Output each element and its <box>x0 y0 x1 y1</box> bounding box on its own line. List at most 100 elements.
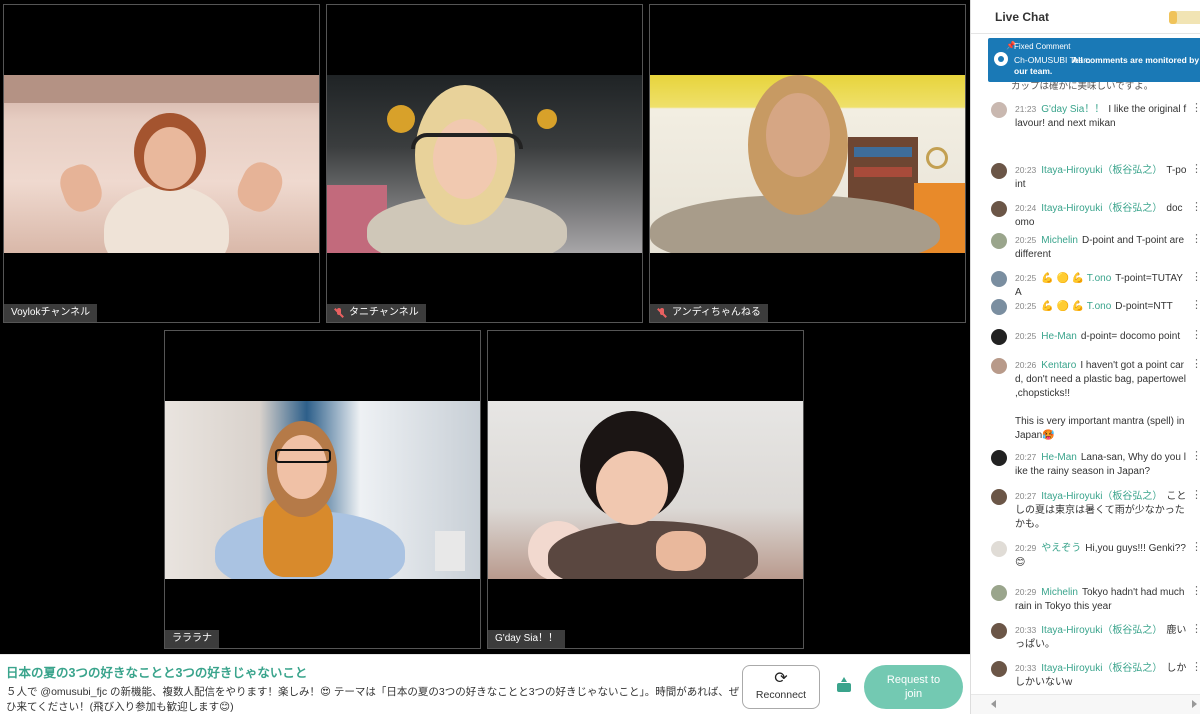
more-options-icon[interactable]: ⋮ <box>1191 102 1200 116</box>
chat-toggle[interactable] <box>1169 11 1200 24</box>
chat-message-list[interactable]: カップは確かに美味しいですよ。 21:23 G'day Sia！！ I like t… <box>971 34 1200 694</box>
pinned-comment: 📌 Fixed Comment Ch-OMUSUBI Team All comm… <box>988 38 1200 82</box>
message-time: 20:29 <box>1015 543 1037 553</box>
more-options-icon[interactable]: ⋮ <box>1191 358 1200 372</box>
reconnect-button[interactable]: ⟳ Reconnect <box>742 665 820 709</box>
stream-title: 日本の夏の3つの好きなことと3つの好きじゃないこと <box>6 666 308 680</box>
participant-video <box>4 75 319 253</box>
participant-name-tag: Voylokチャンネル <box>4 304 98 322</box>
video-tile[interactable]: Voylokチャンネル <box>3 4 320 323</box>
more-options-icon[interactable]: ⋮ <box>1191 163 1200 177</box>
more-options-icon[interactable]: ⋮ <box>1191 299 1200 313</box>
message-time: 20:25 <box>1015 273 1037 283</box>
message-author[interactable]: Itaya-Hiroyuki（板谷弘之） <box>1041 203 1162 214</box>
video-tile[interactable]: G'day Sia！！ <box>487 330 804 649</box>
chat-message: 20:33Itaya-Hiroyuki（板谷弘之）しかしかいないw⋮ <box>991 661 1200 690</box>
live-chat-panel: Live Chat 📌 Fixed Comment Ch-OMUSUBI Tea… <box>970 0 1200 714</box>
more-options-icon[interactable]: ⋮ <box>1191 201 1200 215</box>
message-author[interactable]: Itaya-Hiroyuki（板谷弘之） <box>1041 165 1162 176</box>
more-options-icon[interactable]: ⋮ <box>1191 541 1200 555</box>
user-avatar[interactable] <box>991 661 1007 677</box>
user-avatar[interactable] <box>991 102 1007 118</box>
message-time: 20:27 <box>1015 491 1037 501</box>
stream-description: ５人で @omusubi_fjc の新機能、複数人配信をやります！楽しみ！😍 テ… <box>6 686 740 713</box>
more-options-icon[interactable]: ⋮ <box>1191 329 1200 343</box>
mic-muted-icon <box>657 308 667 318</box>
chat-message: 20:33Itaya-Hiroyuki（板谷弘之）鹿いっぱい。⋮ <box>991 623 1200 652</box>
pinned-label: Fixed Comment <box>1014 42 1071 51</box>
message-author[interactable]: G'day Sia！！ <box>1041 104 1104 115</box>
message-author[interactable]: Michelin <box>1041 235 1078 246</box>
mic-muted-icon <box>334 308 344 318</box>
chat-message: 20:26 Kentaro I haven't got a point card, … <box>991 358 1200 443</box>
message-text: d-point= docomo point <box>1080 331 1181 342</box>
message-author[interactable]: Itaya-Hiroyuki（板谷弘之） <box>1041 625 1162 636</box>
video-tile[interactable]: タニチャンネル <box>326 4 643 323</box>
more-options-icon[interactable]: ⋮ <box>1191 661 1200 675</box>
message-author[interactable]: Itaya-Hiroyuki（板谷弘之） <box>1041 663 1162 674</box>
reconnect-label: Reconnect <box>755 689 807 701</box>
user-avatar[interactable] <box>991 450 1007 466</box>
chat-message: 20:27 He-Man Lana-san, Why do you like the… <box>991 450 1200 479</box>
chat-message: 20:29やえぞうHi,you guys!!! Genki??😊⋮ <box>991 541 1200 570</box>
user-avatar[interactable] <box>991 329 1007 345</box>
message-author[interactable]: Kentaro <box>1041 360 1076 371</box>
participant-name: Voylokチャンネル <box>11 307 91 318</box>
user-avatar[interactable] <box>991 163 1007 179</box>
message-time: 20:26 <box>1015 360 1037 370</box>
participant-name: アンディちゃんねる <box>672 307 761 318</box>
participant-name: G'day Sia！！ <box>495 633 559 644</box>
message-author[interactable]: He-Man <box>1041 331 1077 342</box>
user-avatar[interactable] <box>991 489 1007 505</box>
more-options-icon[interactable]: ⋮ <box>1191 489 1200 503</box>
message-author[interactable]: Michelin <box>1041 587 1078 598</box>
chat-message: 20:25 💪 🟡 💪 T.ono D-point=NTT ⋮ <box>991 299 1200 315</box>
more-options-icon[interactable]: ⋮ <box>1191 233 1200 247</box>
user-avatar[interactable] <box>991 271 1007 287</box>
message-author[interactable]: やえぞう <box>1041 543 1081 554</box>
more-options-icon[interactable]: ⋮ <box>1191 450 1200 464</box>
message-author[interactable]: 💪 🟡 💪 T.ono <box>1041 301 1111 312</box>
message-author[interactable]: He-Man <box>1041 452 1077 463</box>
message-text: D-point=NTT <box>1115 301 1173 312</box>
message-time: 20:23 <box>1015 165 1037 175</box>
user-avatar[interactable] <box>991 233 1007 249</box>
pinned-text: All comments are monitored by our team. <box>1014 55 1200 76</box>
participant-name-tag: タニチャンネル <box>327 304 426 322</box>
more-options-icon[interactable]: ⋮ <box>1191 271 1200 285</box>
participant-video <box>165 401 480 579</box>
message-time: 20:25 <box>1015 235 1037 245</box>
participant-name: タニチャンネル <box>349 307 419 318</box>
participant-name: ラララナ <box>172 633 212 644</box>
message-time: 20:24 <box>1015 203 1037 213</box>
participant-video <box>488 401 803 579</box>
user-avatar[interactable] <box>991 358 1007 374</box>
more-options-icon[interactable]: ⋮ <box>1191 585 1200 599</box>
user-avatar[interactable] <box>991 201 1007 217</box>
message-text: This is very important mantra (spell) in… <box>1015 416 1185 441</box>
chat-horizontal-scrollbar[interactable] <box>971 694 1200 714</box>
request-to-join-label: Request to join <box>886 674 941 700</box>
message-author[interactable]: Itaya-Hiroyuki（板谷弘之） <box>1041 491 1162 502</box>
user-avatar[interactable] <box>991 623 1007 639</box>
user-avatar[interactable] <box>991 299 1007 315</box>
scroll-left-icon[interactable] <box>991 700 996 708</box>
chat-message: 20:29 Michelin Tokyo hadn't had much rain … <box>991 585 1200 614</box>
participant-name-tag: G'day Sia！！ <box>488 630 566 648</box>
video-tile[interactable]: ラララナ <box>164 330 481 649</box>
user-avatar[interactable] <box>991 585 1007 601</box>
message-time: 20:33 <box>1015 663 1037 673</box>
chat-message: 20:25 He-Mand-point= docomo point ⋮ <box>991 329 1200 345</box>
user-avatar[interactable] <box>991 541 1007 557</box>
request-to-join-button[interactable]: Request to join <box>864 665 963 709</box>
video-tile[interactable]: アンディちゃんねる <box>649 4 966 323</box>
refresh-icon: ⟳ <box>774 670 788 687</box>
message-author[interactable]: 💪 🟡 💪 T.ono <box>1041 273 1111 284</box>
chat-message: 20:24Itaya-Hiroyuki（板谷弘之）docomo⋮ <box>991 201 1200 230</box>
more-options-icon[interactable]: ⋮ <box>1191 623 1200 637</box>
scroll-right-icon[interactable] <box>1192 700 1197 708</box>
message-time: 20:29 <box>1015 587 1037 597</box>
video-stage: Voylokチャンネル タニチャンネル アンディちゃんねる ラララナ G'day… <box>0 0 970 654</box>
chat-message: 20:25 Michelin D-point and T-point are dif… <box>991 233 1200 262</box>
share-icon[interactable] <box>834 675 854 695</box>
